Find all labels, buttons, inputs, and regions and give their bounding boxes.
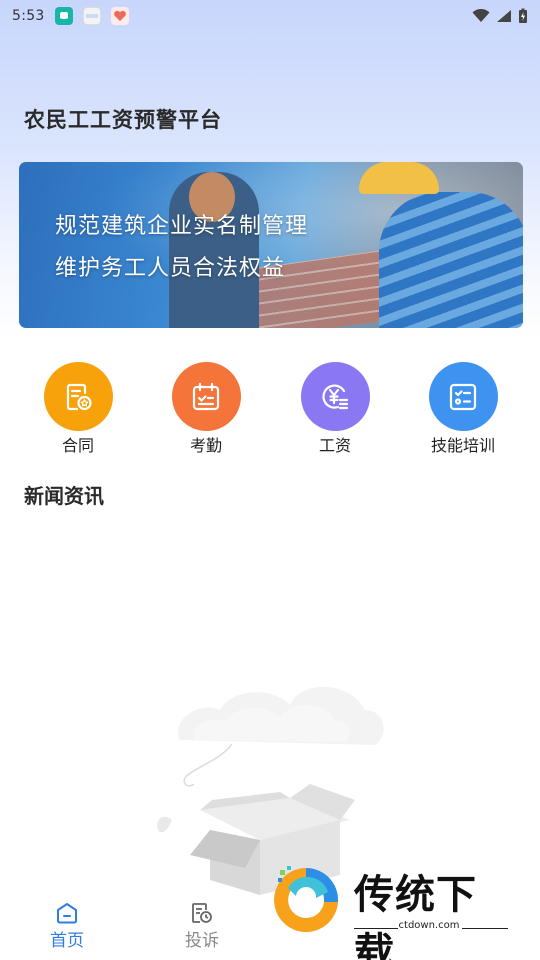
notification-app-icon [110,7,129,25]
quick-label-attendance: 考勤 [189,436,222,455]
notification-app-icon [82,7,101,25]
home-icon [57,903,77,924]
quick-item-attendance[interactable]: 考勤 [151,362,261,456]
quick-label-salary: 工资 [318,436,351,455]
quick-label-contract: 合同 [61,436,94,455]
quick-item-skill-training[interactable]: 技能培训 [408,362,518,456]
complaint-icon [192,903,212,923]
banner-headline: 规范建筑企业实名制管理 [55,214,309,239]
status-time: 5:53 [12,8,45,24]
status-bar: 5:53 [0,0,540,32]
wifi-icon [472,9,490,22]
salary-icon [300,362,370,431]
news-section-title: 新闻资讯 [24,484,104,508]
nav-home[interactable]: 首页 [27,902,107,951]
banner-carousel[interactable]: 规范建筑企业实名制管理 维护务工人员合法权益 [19,162,523,328]
banner-subheadline: 维护务工人员合法权益 [55,256,286,281]
watermark-text: 传统下载 [354,872,477,960]
nav-complaint[interactable]: 投诉 [162,902,242,951]
nav-home-label: 首页 [50,931,84,951]
quick-label-skill-training: 技能培训 [430,436,495,455]
quick-item-contract[interactable]: 合同 [23,362,133,456]
watermark-divider [462,928,508,929]
checklist-icon [428,362,498,431]
calendar-icon [171,362,241,431]
battery-icon [519,8,527,23]
quick-menu: 合同 考勤 工资 技能培训 [0,362,540,457]
signal-icon [497,10,511,22]
nav-complaint-label: 投诉 [185,931,219,951]
page-title: 农民工工资预警平台 [24,108,222,132]
status-indicators [472,8,528,24]
watermark-logo-icon [274,866,339,932]
watermark-url: ctdown.com [398,920,460,931]
contract-icon [43,362,113,431]
notification-app-icon [54,7,73,25]
banner-helmet [359,162,439,194]
watermark: 传统下载 ctdown.com [266,858,516,960]
quick-item-salary[interactable]: 工资 [280,362,390,456]
